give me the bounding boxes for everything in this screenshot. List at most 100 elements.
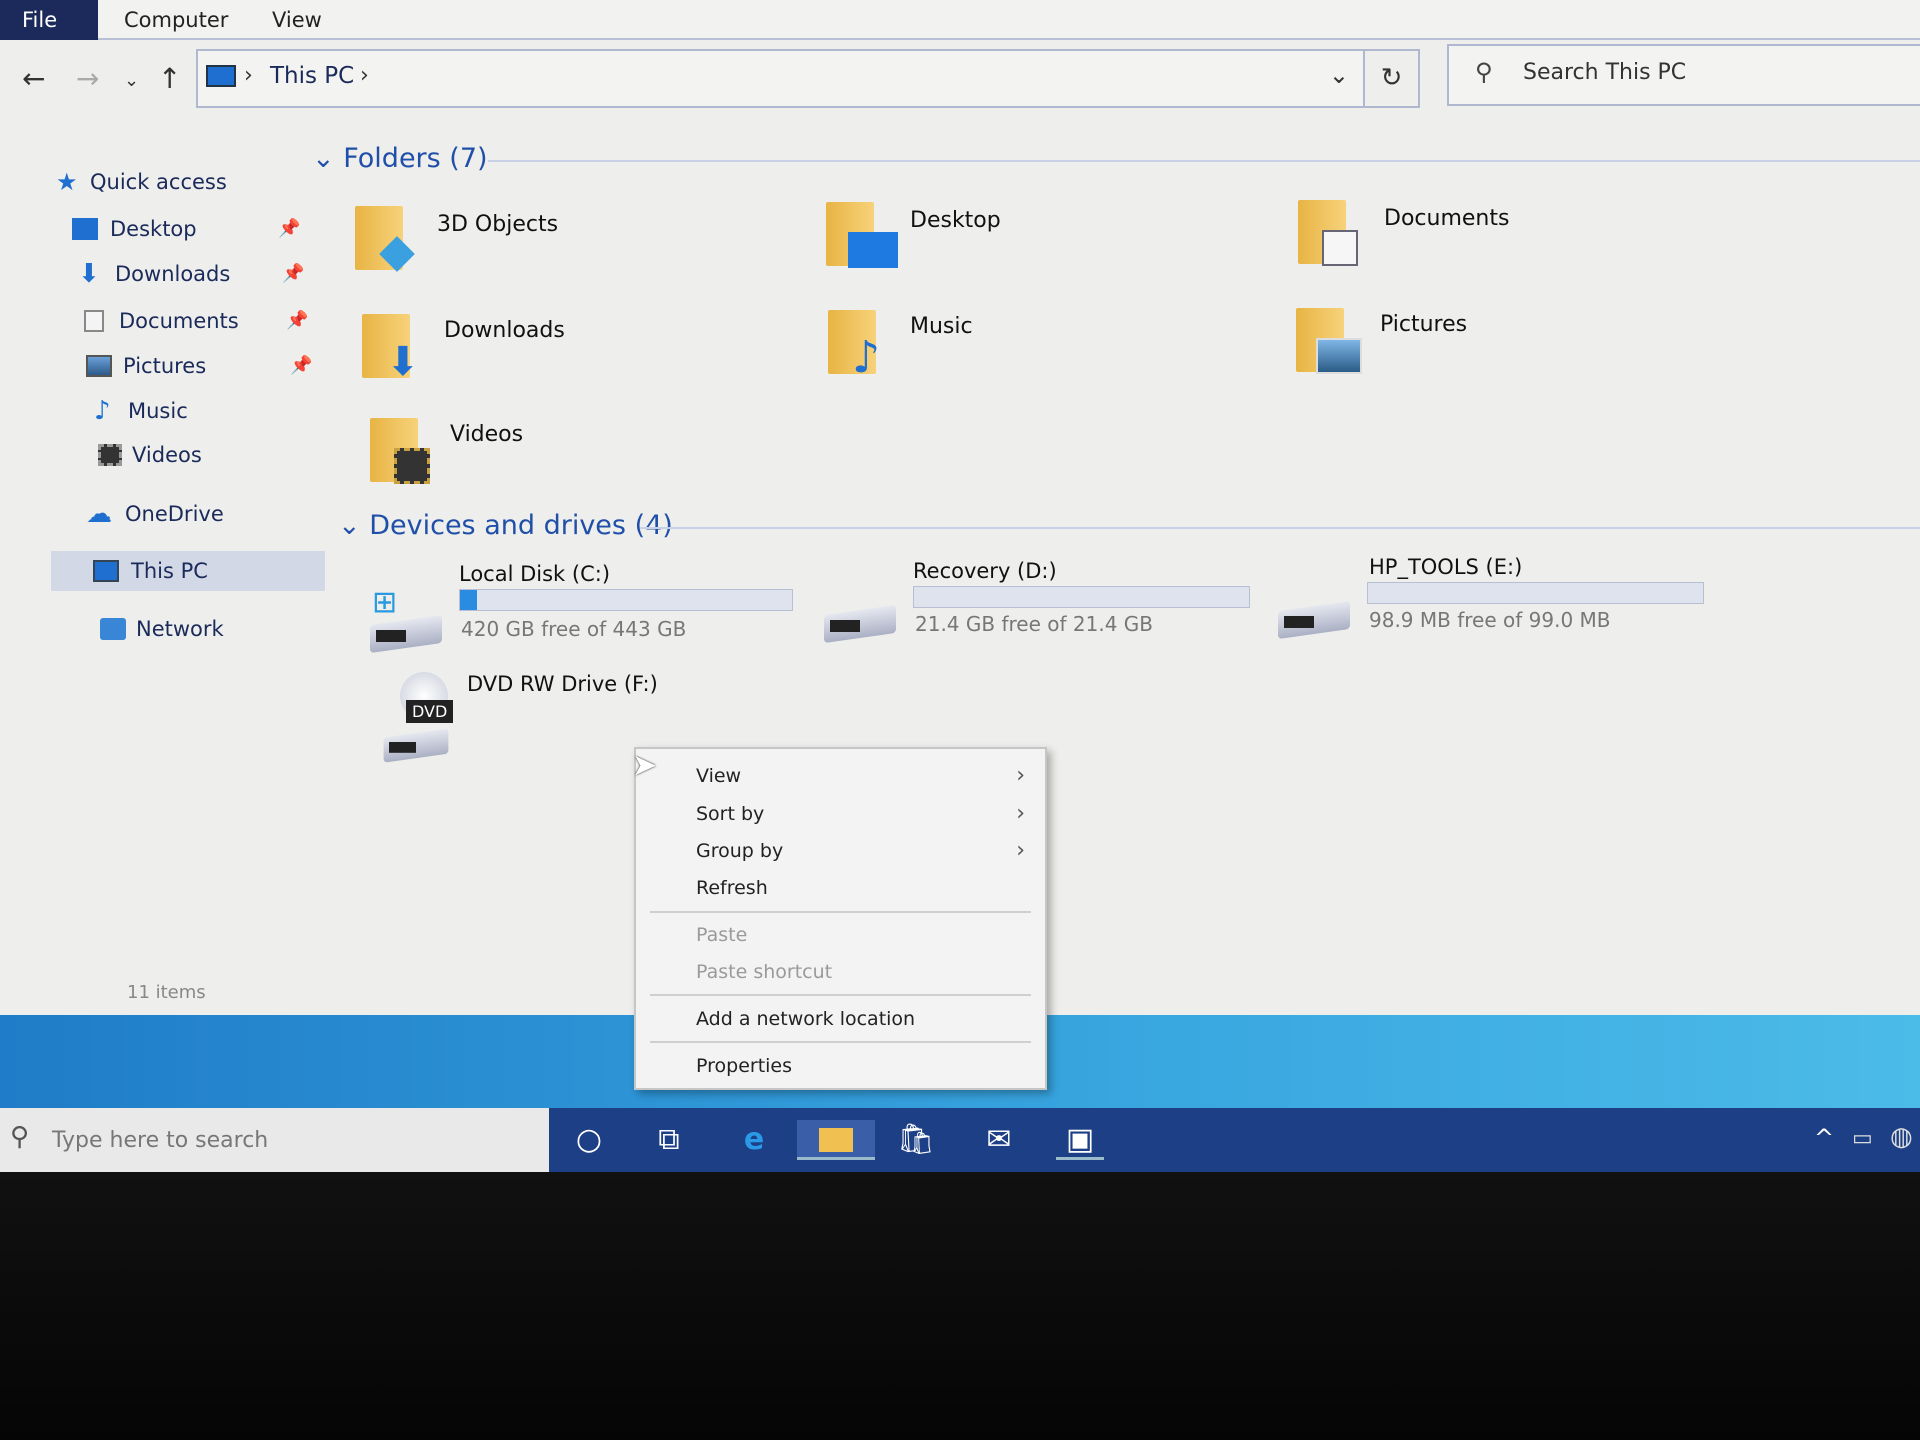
sidebar-item-videos[interactable]: Videos [0,435,325,475]
menu-item-properties[interactable]: Properties [696,1055,792,1077]
sidebar-label: Videos [132,443,202,467]
tab-file[interactable]: File [0,0,98,40]
cortana-icon[interactable]: ○ [565,1120,613,1160]
show-hidden-icons-icon[interactable]: ^ [1814,1124,1834,1152]
taskbar-search-placeholder: Type here to search [52,1128,269,1153]
music-note-icon: ♪ [94,396,111,426]
menu-separator [650,1041,1031,1043]
folder-desktop-icon [826,198,898,268]
sidebar-item-music[interactable]: ♪ Music [0,391,325,431]
forward-icon[interactable]: → [76,62,99,95]
menu-label: Paste [696,924,748,946]
sidebar-label: Documents [119,309,239,333]
task-view-icon[interactable]: ⧉ [645,1120,693,1160]
folder-label: Videos [450,422,524,447]
search-icon: ⚲ [10,1122,30,1152]
sidebar-label: Quick access [90,170,227,194]
tab-computer[interactable]: Computer [102,0,250,40]
sidebar-item-quick-access[interactable]: ★ Quick access [0,162,325,202]
drive-label: Recovery (D:) [913,559,1057,583]
drives-header-label: Devices and drives (4) [369,510,673,541]
breadcrumb-this-pc[interactable]: This PC [270,63,354,89]
folders-section-header[interactable]: ⌄ Folders (7) [312,143,488,174]
computer-icon [93,560,119,582]
computer-icon [206,65,236,87]
sidebar-item-network[interactable]: Network [0,609,325,649]
menu-label: View [696,765,742,787]
breadcrumb-chevron[interactable]: › [360,63,369,88]
battery-icon[interactable]: ▭ [1852,1126,1873,1151]
back-icon[interactable]: ← [22,62,45,95]
menu-item-view[interactable]: View [696,765,741,787]
address-bar[interactable]: › This PC › ⌄ [196,49,1365,108]
drive-usage-bar [913,586,1250,608]
drive-label: Local Disk (C:) [459,562,611,586]
mouse-cursor-icon: ➤ [632,748,658,783]
drive-free-space: 420 GB free of 443 GB [461,617,687,641]
document-icon [84,310,104,332]
sidebar-item-documents[interactable]: Documents 📌 [0,301,325,341]
sidebar-item-pictures[interactable]: Pictures 📌 [0,346,325,386]
pin-icon: 📌 [278,218,301,239]
dvd-badge: DVD [406,700,454,723]
folder-label: 3D Objects [437,212,559,237]
optical-drive-icon [383,724,449,763]
sidebar-label: OneDrive [125,502,224,526]
sidebar-item-desktop[interactable]: Desktop 📌 [0,209,325,249]
drive-label: DVD RW Drive (F:) [467,672,658,696]
up-icon[interactable]: ↑ [158,62,181,95]
search-icon: ⚲ [1475,58,1493,86]
pin-icon: 📌 [290,355,313,376]
menu-item-refresh[interactable]: Refresh [696,877,768,899]
store-icon[interactable]: 🛍 [892,1120,940,1160]
drive-label: HP_TOOLS (E:) [1369,555,1523,579]
section-divider [640,527,1920,529]
folder-label: Music [910,314,973,339]
cloud-icon: ☁ [86,499,112,529]
refresh-button[interactable]: ↻ [1365,49,1420,108]
hard-drive-icon [824,600,896,644]
menu-label: Sort by [696,803,765,825]
search-box[interactable]: ⚲ Search This PC [1447,44,1920,106]
pin-icon: 📌 [286,310,309,331]
breadcrumb-separator: › [244,63,253,88]
desktop-icon [72,218,98,240]
sidebar-label: Network [136,617,224,641]
ribbon-tabs: File Computer View [0,0,1920,40]
sidebar-item-this-pc[interactable]: This PC [51,551,325,591]
menu-label: Properties [696,1055,793,1077]
recent-chevron-icon[interactable]: ⌄ [124,70,139,91]
menu-item-sort-by[interactable]: Sort by [696,803,764,825]
drives-section-header[interactable]: ⌄ Devices and drives (4) [338,510,673,541]
tab-view[interactable]: View [250,0,344,40]
edge-icon[interactable]: e [730,1120,778,1160]
sidebar-label: Music [128,399,188,423]
sidebar-item-onedrive[interactable]: ☁ OneDrive [0,494,325,534]
network-globe-icon[interactable]: ◍ [1890,1122,1913,1152]
menu-label: Refresh [696,877,768,899]
folder-label: Downloads [444,318,565,343]
folder-label: Pictures [1380,312,1468,337]
download-arrow-icon: ⬇ [78,259,100,289]
submenu-arrow-icon: › [1016,801,1025,826]
address-dropdown-icon[interactable]: ⌄ [1329,61,1349,89]
menu-item-paste-shortcut: Paste shortcut [696,961,832,983]
folder-documents-icon [1298,196,1358,266]
film-icon [98,444,122,466]
mail-icon[interactable]: ✉ [975,1120,1023,1160]
sidebar-label: Desktop [110,217,197,241]
taskbar-search-box[interactable]: ⚲ Type here to search [0,1108,549,1172]
submenu-arrow-icon: › [1016,838,1025,863]
file-explorer-taskbar-icon[interactable] [797,1120,875,1160]
collapse-chevron-icon: ⌄ [312,143,335,174]
status-item-count: 11 items [127,982,206,1003]
menu-item-paste: Paste [696,924,747,946]
search-placeholder: Search This PC [1523,60,1687,85]
app-taskbar-icon[interactable]: ▣ [1056,1120,1104,1160]
folder-pictures-icon [1296,304,1362,374]
menu-item-add-network-location[interactable]: Add a network location [696,1008,915,1030]
sidebar-item-downloads[interactable]: ⬇ Downloads 📌 [0,254,325,294]
folders-header-label: Folders (7) [343,143,488,174]
drive-free-space: 98.9 MB free of 99.0 MB [1369,608,1611,632]
menu-item-group-by[interactable]: Group by [696,840,783,862]
